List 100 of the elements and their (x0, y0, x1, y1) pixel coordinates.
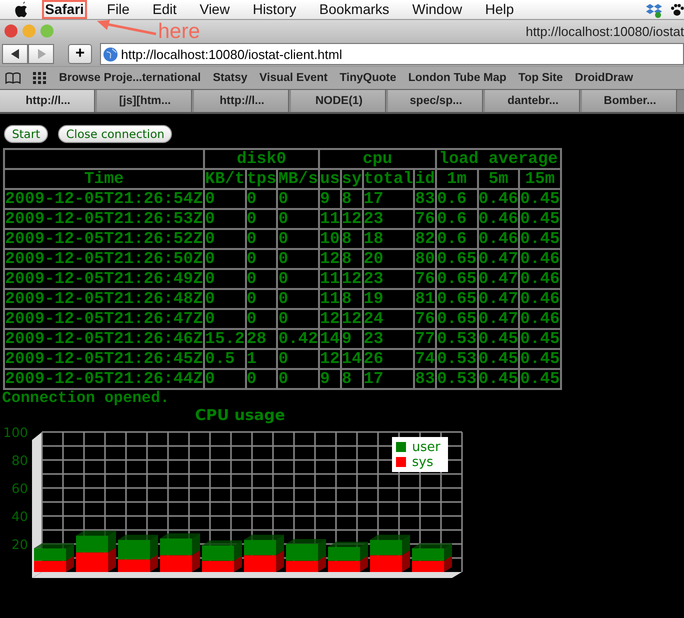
table-cell: 28 (246, 329, 278, 349)
menu-item[interactable]: Safari (42, 0, 87, 19)
browser-tab[interactable]: http://l... (194, 90, 289, 112)
table-cell: 82 (414, 229, 436, 249)
bookmark-item[interactable]: Statsy (212, 72, 248, 84)
window-title: http://localhost:10080/iostat (526, 24, 684, 38)
table-cell: 0.65 (436, 289, 478, 309)
forward-button[interactable] (28, 44, 54, 64)
bookmark-item[interactable]: Browse Proje...ternational (59, 72, 201, 84)
group-header: load average (436, 149, 561, 169)
table-cell: 14 (318, 329, 341, 349)
book-icon[interactable] (5, 72, 21, 84)
grid-icon[interactable] (33, 72, 47, 84)
table-cell: 17 (362, 189, 414, 209)
apple-logo-icon[interactable] (13, 1, 28, 18)
menu-item[interactable]: Window (409, 0, 466, 19)
table-cell: 8 (340, 369, 363, 389)
table-cell: 12 (318, 249, 341, 269)
bookmark-item[interactable]: London Tube Map (408, 72, 506, 84)
bar-segment (118, 534, 158, 560)
table-cell: 2009-12-05T21:26:45Z (4, 349, 204, 369)
menu-item[interactable]: File (104, 0, 132, 19)
table-cell: 0.45 (478, 369, 520, 389)
column-header: us (318, 169, 341, 189)
bar-segment (370, 550, 410, 572)
close-button[interactable] (4, 24, 18, 38)
browser-tab[interactable]: spec/sp... (388, 90, 483, 112)
chart-title: CPU usage (194, 406, 286, 424)
menu-item[interactable]: Bookmarks (316, 0, 392, 19)
column-header: 15m (519, 169, 561, 189)
table-cell: 0 (246, 209, 278, 229)
table-cell: 0 (246, 249, 278, 269)
table-cell: 77 (414, 329, 436, 349)
table-cell: 2009-12-05T21:26:54Z (4, 189, 204, 209)
address-field[interactable]: http://localhost:10080/iostat-client.html (100, 43, 684, 65)
table-cell: 81 (414, 289, 436, 309)
table-cell: 0.6 (436, 229, 478, 249)
browser-tab[interactable]: NODE(1) (291, 90, 386, 112)
browser-tab[interactable]: [js][htm... (97, 90, 192, 112)
table-cell: 0 (277, 289, 319, 309)
table-cell: 1 (246, 349, 278, 369)
table-cell: 0 (246, 309, 278, 329)
bar-segment (76, 530, 116, 552)
globe-icon (103, 46, 118, 62)
table-cell: 0 (277, 229, 319, 249)
table-cell: 0 (277, 309, 319, 329)
y-tick-label: 40 (11, 510, 28, 525)
table-cell: 0.45 (478, 329, 520, 349)
table-cell: 11 (318, 289, 341, 309)
table-cell: 23 (362, 269, 414, 289)
menu-item[interactable]: History (250, 0, 300, 19)
browser-tab[interactable]: dantebr... (485, 90, 580, 112)
y-tick-label: 80 (11, 454, 28, 469)
table-cell: 0 (204, 309, 246, 329)
table-cell: 0 (277, 189, 319, 209)
table-cell: 0 (277, 249, 319, 269)
table-cell: 11 (318, 269, 341, 289)
table-cell: 0.46 (519, 269, 561, 289)
table-cell: 12 (340, 309, 363, 329)
table-cell: 0.46 (478, 209, 520, 229)
paw-icon[interactable] (670, 2, 684, 18)
bar-segment (328, 556, 368, 572)
legend-box (392, 437, 448, 472)
table-cell: 0.46 (519, 249, 561, 269)
bar-segment (244, 534, 284, 556)
bookmark-item[interactable]: Visual Event (259, 72, 328, 84)
table-cell: 8 (340, 229, 363, 249)
table-cell: 2009-12-05T21:26:53Z (4, 209, 204, 229)
group-header: cpu (318, 149, 436, 169)
table-cell: 8 (340, 289, 363, 309)
table-cell: 0 (204, 209, 246, 229)
table-cell: 0.45 (519, 349, 561, 369)
annotation-label: here (158, 20, 200, 44)
table-cell: 0.42 (277, 329, 319, 349)
table-cell: 0.46 (478, 189, 520, 209)
bar-segment (202, 556, 242, 572)
bookmark-item[interactable]: DroidDraw (574, 72, 634, 84)
column-header: id (414, 169, 436, 189)
browser-tab[interactable]: http://l... (0, 90, 95, 112)
page-button[interactable]: Close connection (58, 125, 172, 143)
table-cell: 0.46 (478, 229, 520, 249)
page-button[interactable]: Start (4, 125, 48, 143)
dropbox-icon[interactable] (646, 2, 662, 18)
bookmark-item[interactable]: Top Site (518, 72, 563, 84)
menu-item[interactable]: Edit (149, 0, 180, 19)
add-bookmark-button[interactable]: + (68, 44, 92, 64)
column-header: sy (340, 169, 363, 189)
table-cell: 2009-12-05T21:26:52Z (4, 229, 204, 249)
bookmark-item[interactable]: TinyQuote (340, 72, 396, 84)
table-cell: 0 (246, 369, 278, 389)
column-header: 1m (436, 169, 478, 189)
browser-tab[interactable]: Bomber... (582, 90, 677, 112)
menu-item[interactable]: View (196, 0, 233, 19)
bar-segment (412, 543, 452, 561)
back-button[interactable] (2, 44, 28, 64)
status-message: Connection opened. (2, 390, 170, 406)
bar-segment (286, 556, 326, 572)
menu-item[interactable]: Help (482, 0, 517, 19)
table-cell: 0 (277, 209, 319, 229)
table-cell: 0.46 (519, 289, 561, 309)
